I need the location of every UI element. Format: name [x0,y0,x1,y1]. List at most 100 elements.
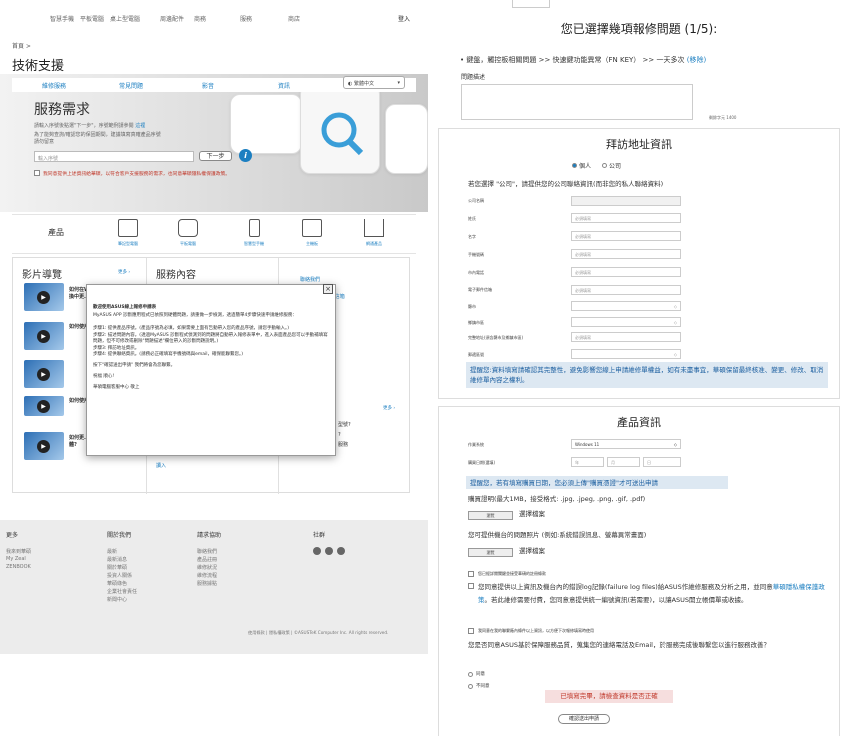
serial-example-link[interactable]: 這裡 [135,123,145,129]
play-icon: ▶ [37,440,50,453]
footer-link[interactable]: 最新消息 [107,556,127,563]
nav-store[interactable]: 商店 [288,14,300,23]
footer-link[interactable]: 企業社會責任 [107,588,137,595]
nav-tablets[interactable]: 平板電腦 [80,14,104,23]
tab-video[interactable]: 影音 [202,81,214,90]
product-phone-label: 智慧型手機 [244,241,264,246]
survey-agree-radio[interactable] [468,672,473,677]
footer-link[interactable]: My Zeal [6,556,26,562]
service-desc-2: 為了能夠查詢/確認您的保固期間，建議填寫真確產品序號 [34,132,161,138]
footer-link[interactable]: ZENBOOK [6,564,31,570]
product-motherboard[interactable]: 主機板 [292,219,332,247]
serial-input[interactable]: 輸入序號 [34,151,194,162]
log-consent-checkbox[interactable] [468,583,474,589]
footer-link[interactable]: 服務據點 [197,580,217,587]
email-input[interactable]: 必須填寫 [571,285,681,295]
faq-item-2[interactable]: ? [338,432,341,438]
tab-repair[interactable]: 維修服務 [42,81,66,90]
zipcode-select[interactable]: ◇ [571,349,681,359]
footer-link[interactable]: 華碩綠色 [107,580,127,587]
facebook-icon[interactable] [325,547,333,555]
router-icon [364,219,384,237]
faq-item-1[interactable]: 型號? [338,421,351,428]
faq-more-link[interactable]: 更多 › [383,405,395,411]
video-thumbnail[interactable]: ▶ [24,322,64,350]
top-navigation: 智慧手機 平板電腦 桌上型電腦 周邊配件 商務 服務 商店 登入 [0,0,428,36]
terms-text: 您已經詳閱關鍵並接受華碩的註冊條款 [478,571,546,576]
product-network-label: 網通產品 [366,241,382,246]
mobile-input[interactable]: 必須填寫 [571,249,681,259]
field-label: 手機號碼 [468,252,484,257]
choose-file-button[interactable]: 選擇檔案 [519,509,545,519]
agree-checkbox[interactable] [34,170,40,176]
submit-button[interactable]: 確認送出申請 [558,714,610,724]
nav-accessories[interactable]: 周邊配件 [160,14,184,23]
contact-title[interactable]: 聯絡我們 [300,276,320,283]
save-info-checkbox[interactable] [468,628,474,634]
video-thumbnail[interactable]: ▶ [24,360,64,388]
footer-link[interactable]: 產品註冊 [197,556,217,563]
language-select[interactable]: ◐ 繁體中文 ▾ [343,76,405,89]
remove-issue-link[interactable]: (移除) [687,56,706,64]
tab-info[interactable]: 資訊 [278,81,290,90]
os-value: Windows 11 [575,442,600,447]
log-consent-text: 您同意提供以上資訊及機台內的錯誤log記錄(failure log files)… [478,581,830,607]
service-link[interactable]: 讀入 [156,462,166,469]
nav-phones[interactable]: 智慧手機 [50,14,74,23]
videos-more-link[interactable]: 更多 › [118,269,130,275]
browse-button[interactable]: 瀏覽 [468,548,513,557]
browse-button[interactable]: 瀏覽 [468,511,513,520]
product-notebook[interactable]: 筆記型電腦 [108,219,148,247]
footer-link[interactable]: 新聞中心 [107,596,127,603]
year-select[interactable]: 年 [571,457,604,467]
tab-faq[interactable]: 常見問題 [119,81,143,90]
nav-business[interactable]: 商務 [194,14,206,23]
hero-banner [0,74,428,212]
nav-service[interactable]: 服務 [240,14,252,23]
survey-disagree-radio[interactable] [468,684,473,689]
last-name-input[interactable]: 必須填寫 [571,213,681,223]
video-thumbnail[interactable]: ▶ [24,283,64,311]
play-icon: ▶ [37,291,50,304]
youtube-icon[interactable] [337,547,345,555]
first-name-input[interactable]: 必須填寫 [571,231,681,241]
footer-col-title: 請求協助 [197,532,222,539]
address-input[interactable]: 必須填寫 [571,332,681,342]
legal-text: 使用條款 | 隱私權政策 | ©ASUSTeK Computer Inc. Al… [248,630,389,635]
footer-link[interactable]: 最新 [107,548,117,555]
nav-desktops[interactable]: 桌上型電腦 [110,14,140,23]
product-phone[interactable]: 智慧型手機 [234,219,274,247]
os-select[interactable]: Windows 11 ◇ [571,439,681,449]
personal-radio[interactable] [572,163,577,168]
terms-checkbox[interactable] [468,571,474,577]
tablet-icon [178,219,198,237]
next-button[interactable]: 下一步 [199,151,232,161]
info-icon[interactable]: i [239,149,252,162]
product-network[interactable]: 網通產品 [354,219,394,247]
city-select[interactable]: ◇ [571,301,681,311]
footer-link[interactable]: 維修流程 [197,572,217,579]
phone-input[interactable]: 必須填寫 [571,267,681,277]
breadcrumb[interactable]: 首頁 > [12,41,31,50]
footer-link[interactable]: 投資人關係 [107,572,132,579]
district-select[interactable]: ◇ [571,317,681,327]
problem-description-textarea[interactable] [461,84,693,120]
month-select[interactable]: 月 [607,457,640,467]
play-icon: ▶ [37,400,50,413]
footer-link[interactable]: 維修狀況 [197,564,217,571]
close-icon[interactable]: × [323,284,333,294]
footer-link[interactable]: 聯絡我們 [197,548,217,555]
video-thumbnail[interactable]: ▶ [24,396,64,416]
social-icon[interactable] [313,547,321,555]
log-consent-main: 您同意提供以上資訊及機台內的錯誤log記錄(failure log files)… [478,583,773,591]
nav-login[interactable]: 登入 [398,14,410,23]
day-select[interactable]: 日 [643,457,681,467]
footer-link[interactable]: 關於華碩 [107,564,127,571]
product-tablet[interactable]: 平板電腦 [168,219,208,247]
field-label: 公司名稱 [468,198,484,203]
video-thumbnail[interactable]: ▶ [24,432,64,460]
choose-file-button[interactable]: 選擇檔案 [519,546,545,556]
footer-link[interactable]: 我來到華碩 [6,548,31,555]
faq-item-3[interactable]: 服務 [338,441,348,448]
company-radio[interactable] [602,163,607,168]
